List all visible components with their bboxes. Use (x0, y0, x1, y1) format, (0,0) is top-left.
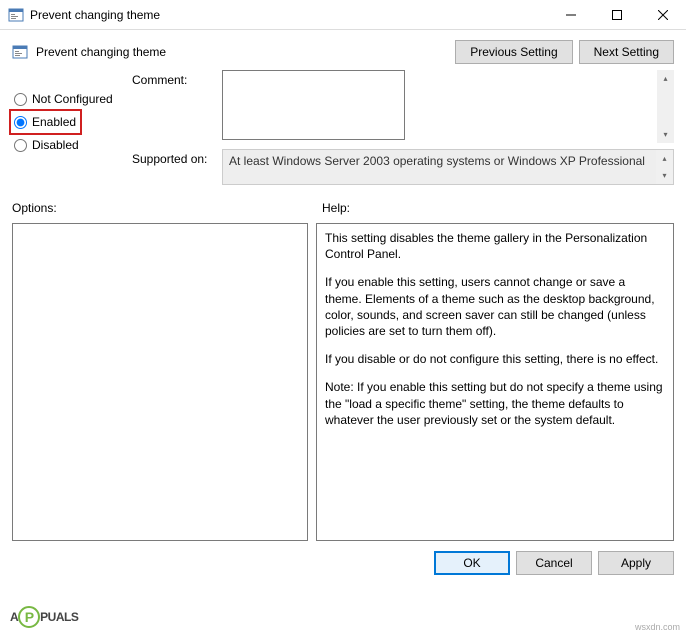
help-paragraph: If you disable or do not configure this … (325, 351, 665, 367)
help-paragraph: Note: If you enable this setting but do … (325, 379, 665, 428)
watermark-text: A (10, 610, 18, 624)
radio-disabled[interactable]: Disabled (12, 132, 132, 158)
scroll-up-icon: ▴ (656, 150, 673, 167)
comment-textarea[interactable] (222, 70, 405, 140)
policy-icon (12, 44, 28, 60)
help-paragraph: This setting disables the theme gallery … (325, 230, 665, 262)
supported-scrollbar: ▴ ▾ (656, 150, 673, 184)
comment-scrollbar[interactable]: ▴ ▾ (657, 70, 674, 143)
minimize-button[interactable] (548, 0, 594, 30)
close-button[interactable] (640, 0, 686, 30)
help-panel: This setting disables the theme gallery … (316, 223, 674, 541)
help-label: Help: (312, 201, 674, 215)
radio-not-configured-label: Not Configured (32, 92, 113, 106)
watermark-logo: APPUALS (10, 606, 78, 628)
supported-on-text: At least Windows Server 2003 operating s… (229, 154, 645, 168)
help-paragraph: If you enable this setting, users cannot… (325, 274, 665, 339)
scroll-up-icon[interactable]: ▴ (657, 70, 674, 87)
radio-enabled-input[interactable] (14, 116, 27, 129)
next-setting-button[interactable]: Next Setting (579, 40, 674, 64)
policy-title: Prevent changing theme (36, 45, 449, 59)
previous-setting-button[interactable]: Previous Setting (455, 40, 572, 64)
ok-button[interactable]: OK (434, 551, 510, 575)
watermark-url: wsxdn.com (635, 622, 680, 632)
radio-not-configured-input[interactable] (14, 93, 27, 106)
radio-enabled-label: Enabled (32, 115, 76, 129)
radio-disabled-label: Disabled (32, 138, 79, 152)
maximize-button[interactable] (594, 0, 640, 30)
options-label: Options: (12, 201, 312, 215)
policy-header: Prevent changing theme Previous Setting … (0, 30, 686, 70)
cancel-button[interactable]: Cancel (516, 551, 592, 575)
watermark-circle-icon: P (18, 606, 40, 628)
supported-on-label: Supported on: (132, 149, 222, 185)
comment-label: Comment: (132, 70, 222, 143)
dialog-footer: OK Cancel Apply (0, 541, 686, 585)
apply-button[interactable]: Apply (598, 551, 674, 575)
watermark-text: PUALS (40, 610, 78, 624)
scroll-down-icon[interactable]: ▾ (657, 126, 674, 143)
radio-disabled-input[interactable] (14, 139, 27, 152)
options-panel (12, 223, 308, 541)
state-radio-group: Not Configured Enabled Disabled (12, 70, 132, 191)
window-title: Prevent changing theme (30, 8, 548, 22)
titlebar: Prevent changing theme (0, 0, 686, 30)
supported-on-value: At least Windows Server 2003 operating s… (222, 149, 674, 185)
scroll-down-icon: ▾ (656, 167, 673, 184)
window-icon (8, 7, 24, 23)
